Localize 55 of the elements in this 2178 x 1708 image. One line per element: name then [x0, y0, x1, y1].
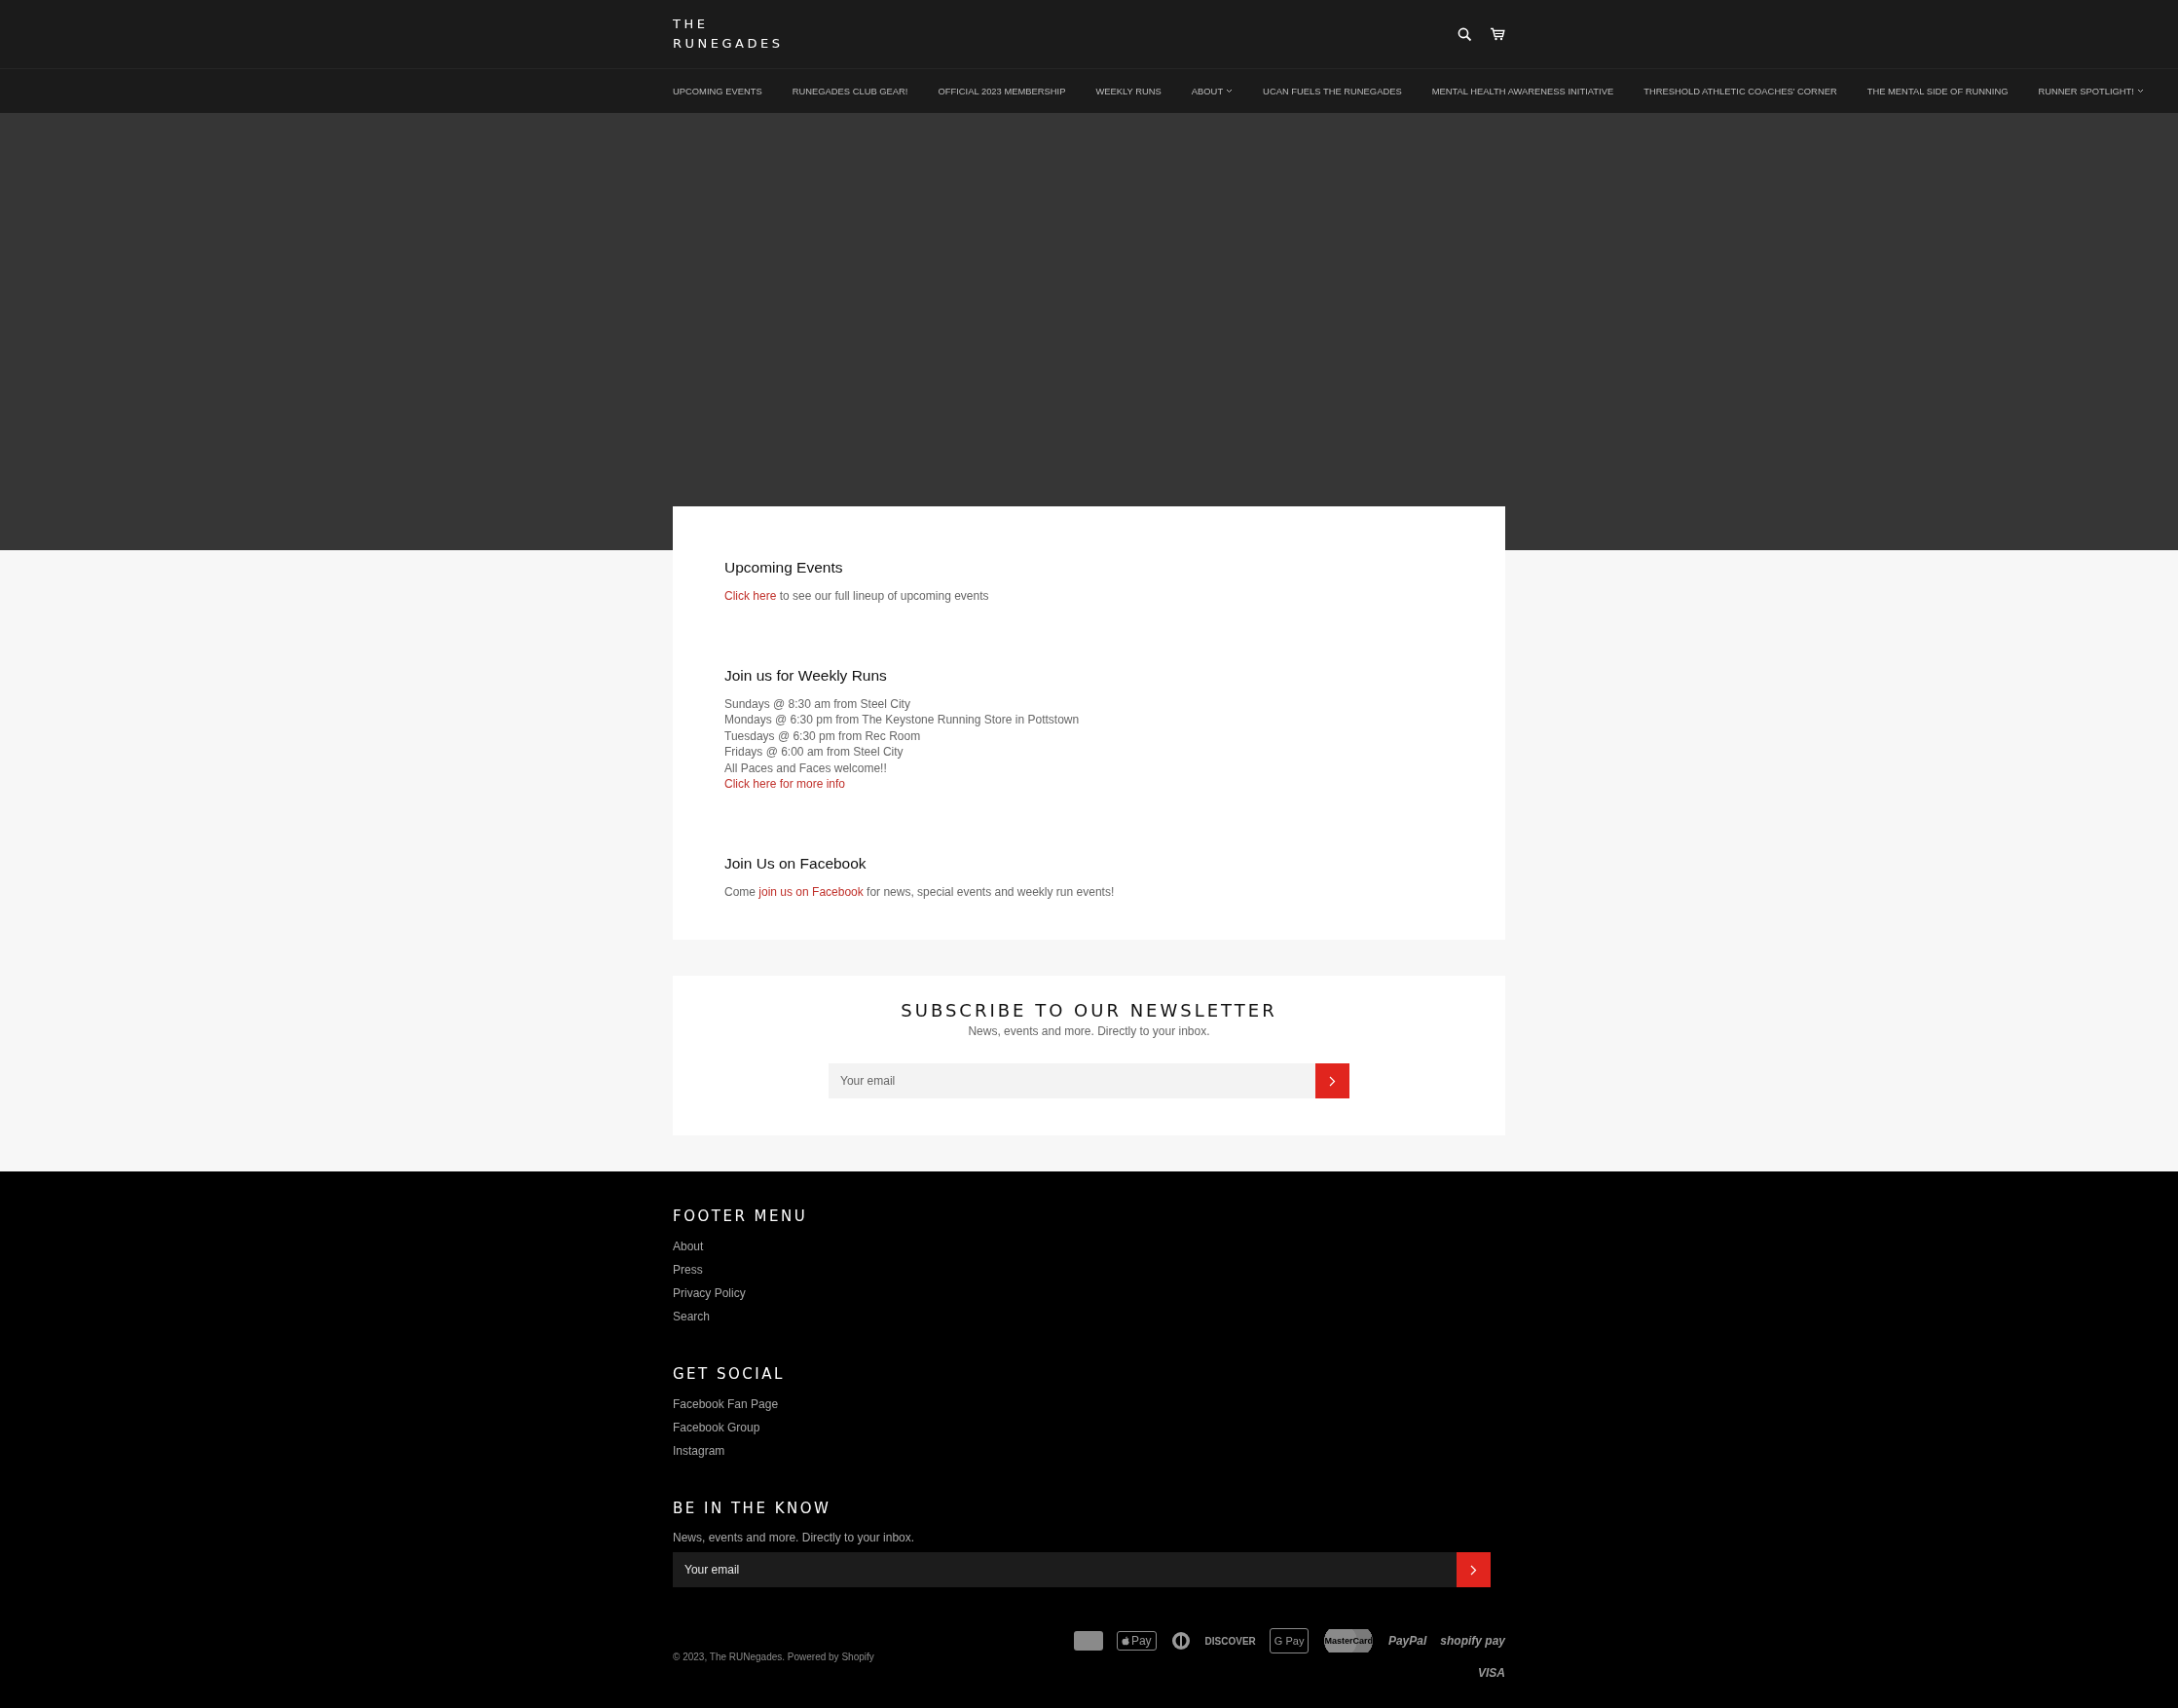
shopify-pay-logo: shopify pay: [1440, 1633, 1505, 1650]
footer-link[interactable]: Privacy Policy: [673, 1281, 746, 1305]
chevron-icon: [1226, 89, 1234, 93]
link[interactable]: Click here: [724, 589, 777, 603]
nav-link[interactable]: THE MENTAL SIDE OF RUNNING: [1866, 86, 2009, 96]
cart-icon[interactable]: [1490, 27, 1505, 41]
section-title: Join us for Weekly Runs: [724, 665, 888, 686]
nav-link[interactable]: MENTAL HEALTH AWARENESS INITIATIVE: [1431, 86, 1614, 96]
diners-logo-icon: [1169, 1631, 1192, 1651]
nav-link[interactable]: RUNNER SPOTLIGHT!: [2038, 86, 2144, 96]
mastercard-logo: MasterCard: [1322, 1629, 1375, 1652]
section-title: Upcoming Events: [724, 558, 844, 577]
footer-link[interactable]: Instagram: [673, 1439, 725, 1463]
search-icon[interactable]: [1458, 26, 1472, 42]
nav-link[interactable]: WEEKLY RUNS: [1095, 86, 1162, 96]
newsletter-title: SUBSCRIBE TO OUR NEWSLETTER: [901, 999, 1277, 1022]
email-field[interactable]: Your email: [673, 1552, 1457, 1587]
apple-pay-logo: Pay: [1116, 1631, 1157, 1651]
footer-heading: FOOTER MENU: [673, 1207, 808, 1227]
nav-link[interactable]: ABOUT: [1191, 86, 1234, 96]
signup-text: News, events and more. Directly to your inbox.: [673, 1530, 915, 1546]
chevron-icon: [1329, 1075, 1336, 1087]
paragraph: Tuesdays @ 6:30 pm from Rec Room: [724, 727, 922, 744]
google-pay-logo: G Pay: [1269, 1628, 1310, 1653]
paragraph: Click here to see our full lineup of upcoming events: [724, 588, 990, 605]
footer-link[interactable]: Facebook Group: [673, 1416, 760, 1439]
copyright-text: © 2023, The RUNegades. Powered by Shopify: [673, 1652, 874, 1662]
paragraph: Mondays @ 6:30 pm from The Keystone Running Store in Pottstown: [724, 712, 1081, 728]
paragraph: Fridays @ 6:00 am from Steel City: [724, 744, 904, 761]
visa-logo: VISA: [1478, 1665, 1505, 1682]
footer-heading: GET SOCIAL: [673, 1364, 785, 1385]
nav-link[interactable]: OFFICIAL 2023 MEMBERSHIP: [938, 86, 1066, 96]
link[interactable]: Click here for more info: [724, 777, 846, 791]
paragraph: Sundays @ 8:30 am from Steel City: [724, 695, 911, 712]
paragraph: Come join us on Facebook for news, special events and weekly run events!: [724, 883, 1116, 900]
discover-logo: DISCOVER: [1204, 1634, 1256, 1649]
footer-link[interactable]: Search: [673, 1305, 711, 1328]
paypal-logo: PayPal: [1387, 1633, 1427, 1650]
chevron-icon: [2136, 89, 2144, 93]
footer-heading: BE IN THE KNOW: [673, 1499, 831, 1519]
section-title: Join Us on Facebook: [724, 853, 868, 873]
footer-link[interactable]: Facebook Fan Page: [673, 1392, 779, 1416]
footer-link[interactable]: Press: [673, 1258, 703, 1281]
newsletter-subtitle: News, events and more. Directly to your inbox.: [968, 1023, 1210, 1040]
nav-link[interactable]: UPCOMING EVENTS: [673, 86, 762, 96]
email-field[interactable]: Your email: [829, 1063, 1315, 1098]
nav-link[interactable]: RUNEGADES CLUB GEAR!: [792, 86, 908, 96]
nav-link[interactable]: UCAN FUELS THE RUNEGADES: [1263, 86, 1402, 96]
paragraph: All Paces and Faces welcome!!: [724, 760, 888, 776]
chevron-icon: [1470, 1564, 1477, 1576]
amex-logo-icon: [1073, 1631, 1103, 1651]
nav-link[interactable]: THRESHOLD ATHLETIC COACHES' CORNER: [1643, 86, 1837, 96]
link[interactable]: join us on Facebook: [758, 884, 864, 899]
footer-link[interactable]: About: [673, 1235, 704, 1258]
store-logo[interactable]: THE RUNEGADES: [673, 15, 784, 54]
